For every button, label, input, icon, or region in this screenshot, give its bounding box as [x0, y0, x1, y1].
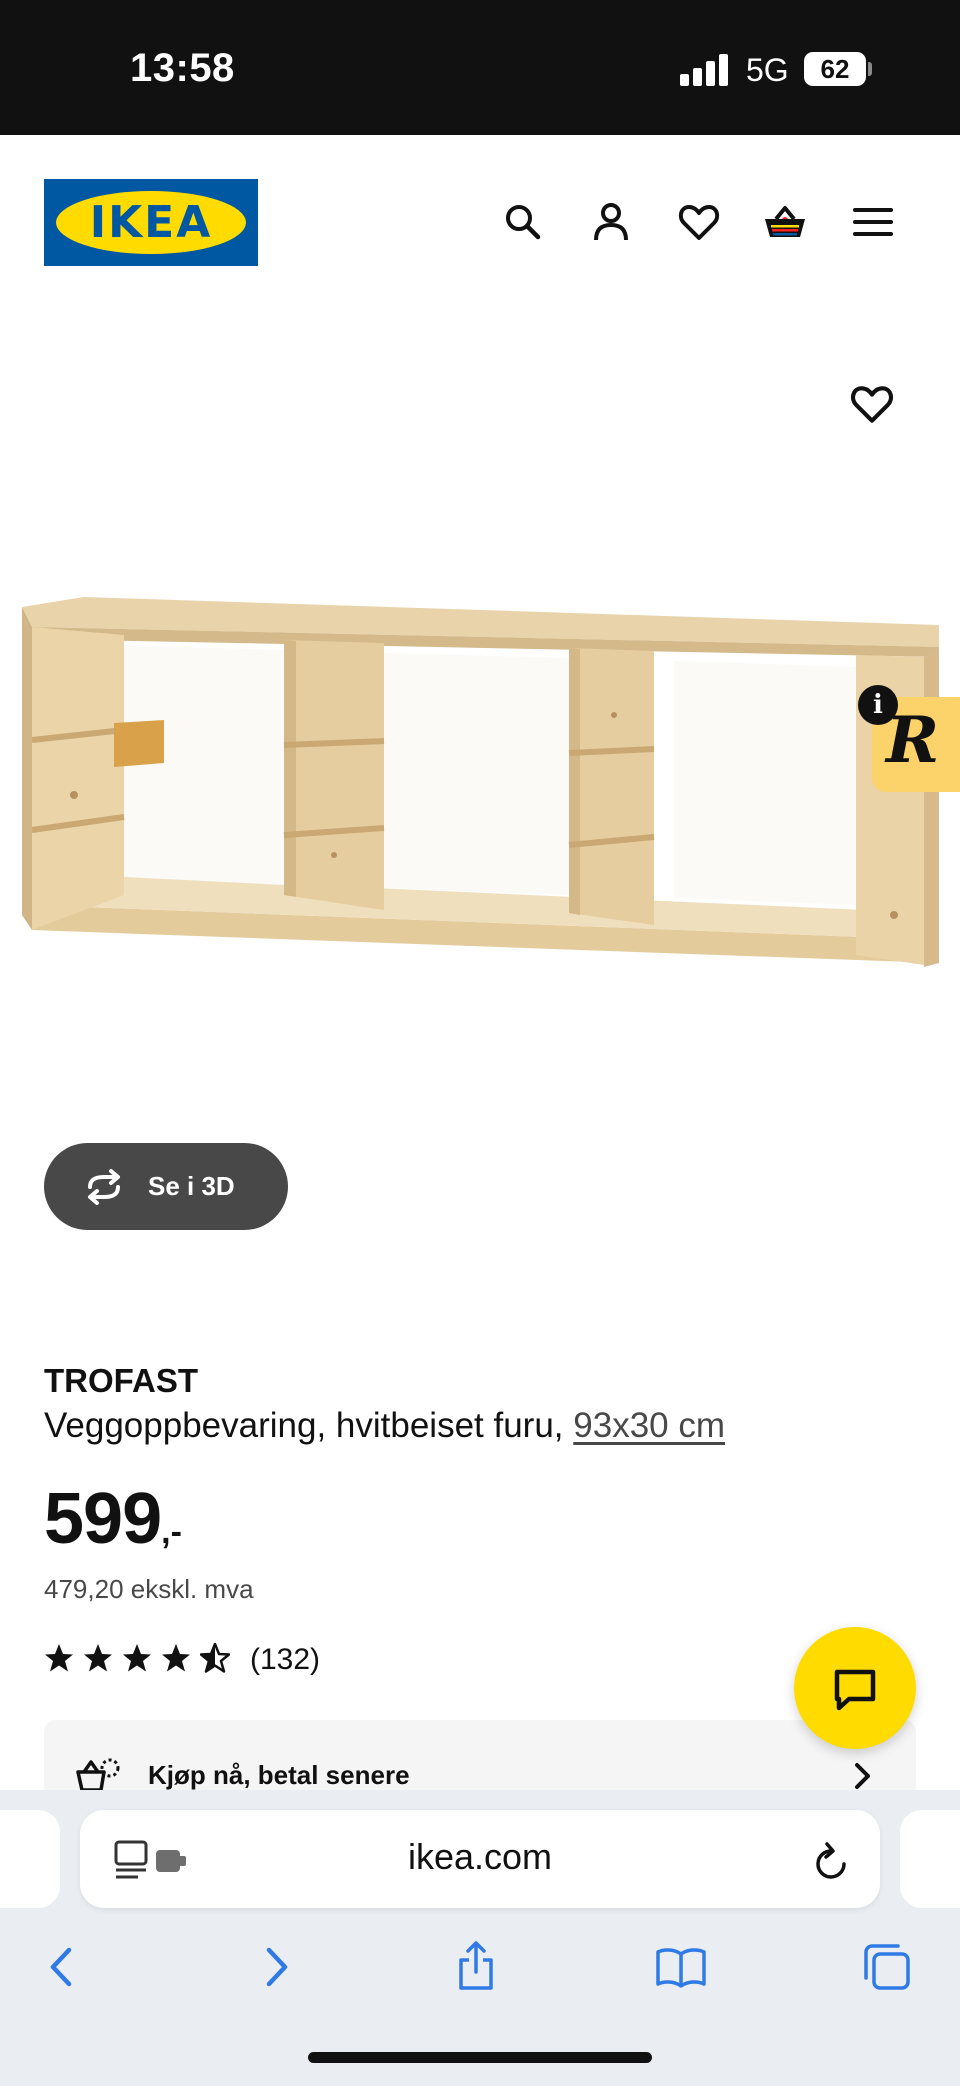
product-image-area[interactable]: R i Se i 3D — [0, 305, 960, 1230]
previous-tab-preview[interactable] — [0, 1810, 60, 1908]
chat-button[interactable] — [794, 1627, 916, 1749]
address-bar[interactable]: ikea.com — [80, 1810, 880, 1908]
battery-icon: 62 — [804, 52, 866, 86]
basket-clock-icon — [76, 1758, 120, 1792]
product-image — [22, 597, 939, 967]
product-name: TROFAST — [44, 1362, 198, 1399]
ikea-logo[interactable]: IKEA ® — [44, 179, 258, 266]
status-bar: 13:58 5G 62 — [0, 0, 960, 135]
account-icon[interactable] — [588, 199, 634, 245]
search-icon[interactable] — [500, 199, 546, 245]
next-tab-preview[interactable] — [900, 1810, 960, 1908]
forward-icon[interactable] — [248, 1940, 302, 1994]
cellular-signal-icon — [680, 54, 730, 86]
battery-tip — [868, 62, 872, 76]
back-icon[interactable] — [36, 1940, 90, 1994]
star-icon — [84, 1644, 112, 1672]
chevron-right-icon — [855, 1763, 870, 1789]
price-integer: 599 — [44, 1479, 162, 1559]
tabs-icon[interactable] — [860, 1940, 914, 1994]
product-price: 599,- — [44, 1478, 182, 1560]
home-indicator — [308, 2052, 652, 2063]
price-suffix: ,- — [161, 1513, 182, 1551]
star-icon — [162, 1644, 190, 1672]
favourite-heart-icon[interactable] — [848, 380, 896, 428]
menu-icon[interactable] — [850, 199, 896, 245]
view-3d-button[interactable]: Se i 3D — [44, 1143, 288, 1230]
browser-toolbar: ikea.com — [0, 1790, 960, 2086]
product-type: Veggoppbevaring, hvitbeiset furu, — [44, 1406, 564, 1445]
star-half-icon — [200, 1643, 230, 1673]
product-description: Veggoppbevaring, hvitbeiset furu, 93x30 … — [44, 1406, 725, 1446]
url-text: ikea.com — [407, 1836, 553, 1877]
view-3d-label: Se i 3D — [148, 1171, 235, 1201]
cart-icon[interactable] — [762, 199, 808, 245]
product-size-link[interactable]: 93x30 cm — [573, 1406, 725, 1445]
bnpl-label: Kjøp nå, betal senere — [148, 1760, 410, 1790]
site-header: IKEA ® — [0, 135, 960, 305]
share-icon[interactable] — [449, 1940, 503, 1994]
reload-icon[interactable] — [812, 1838, 852, 1882]
logo-wordmark: IKEA — [89, 197, 213, 248]
star-icon — [45, 1644, 73, 1672]
info-icon[interactable]: i — [858, 685, 898, 725]
price-excluding-vat: 479,20 ekskl. mva — [44, 1574, 254, 1604]
logo-registered-mark: ® — [237, 203, 244, 213]
status-time: 13:58 — [130, 46, 235, 90]
chat-bubble-icon — [834, 1669, 876, 1711]
review-count: (132) — [250, 1643, 321, 1676]
star-icon — [123, 1644, 151, 1672]
bookmarks-icon[interactable] — [654, 1940, 708, 1994]
rotate-3d-icon — [88, 1169, 120, 1205]
wishlist-icon[interactable] — [676, 199, 722, 245]
network-type: 5G — [746, 52, 789, 88]
